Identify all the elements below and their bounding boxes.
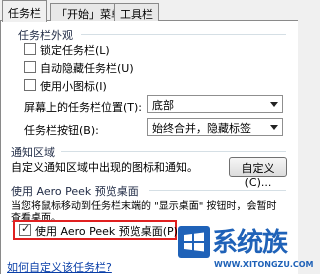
section-divider: [81, 34, 286, 35]
notification-description: 自定义通知区域中出现的图标和通知。: [11, 161, 198, 174]
tab-strip: 任务栏 「开始」菜单 工具栏: [0, 0, 298, 22]
help-link[interactable]: 如何自定义该任务栏?: [7, 259, 112, 274]
auto-hide-checkbox[interactable]: [24, 61, 36, 73]
section-divider: [149, 190, 286, 191]
tab-toolbars[interactable]: 工具栏: [114, 3, 159, 22]
section-divider: [61, 151, 286, 152]
auto-hide-label: 自动隐藏任务栏(U): [40, 62, 134, 75]
location-label: 屏幕上的任务栏位置(T):: [24, 101, 143, 114]
small-icons-label: 使用小图标(I): [40, 80, 107, 93]
customize-button[interactable]: 自定义(C)...: [229, 157, 287, 189]
location-value: 底部: [152, 99, 174, 112]
buttons-label: 任务栏按钮(B):: [24, 124, 99, 137]
chevron-down-icon: [270, 102, 278, 107]
lock-taskbar-label: 锁定任务栏(L): [40, 44, 110, 57]
buttons-dropdown[interactable]: 始终合并，隐藏标签: [147, 118, 283, 136]
aero-peek-checkbox[interactable]: [19, 222, 31, 236]
watermark-url: WWW.XITONGZU.COM: [214, 260, 314, 269]
section-title-taskbar-appearance: 任务栏外观: [18, 29, 73, 42]
windows-logo-icon: [178, 226, 210, 258]
tab-taskbar[interactable]: 任务栏: [2, 0, 47, 22]
aero-peek-checkbox-label: 使用 Aero Peek 预览桌面(P): [35, 225, 178, 238]
chevron-down-icon: [270, 125, 278, 130]
watermark-title: 系统族: [212, 228, 288, 258]
small-icons-checkbox[interactable]: [24, 79, 36, 91]
lock-taskbar-checkbox[interactable]: [24, 43, 36, 55]
location-dropdown[interactable]: 底部: [147, 95, 283, 113]
buttons-value: 始终合并，隐藏标签: [152, 122, 251, 135]
site-watermark: 系统族 WWW.XITONGZU.COM: [178, 222, 314, 274]
section-title-notification-area: 通知区域: [11, 146, 55, 159]
